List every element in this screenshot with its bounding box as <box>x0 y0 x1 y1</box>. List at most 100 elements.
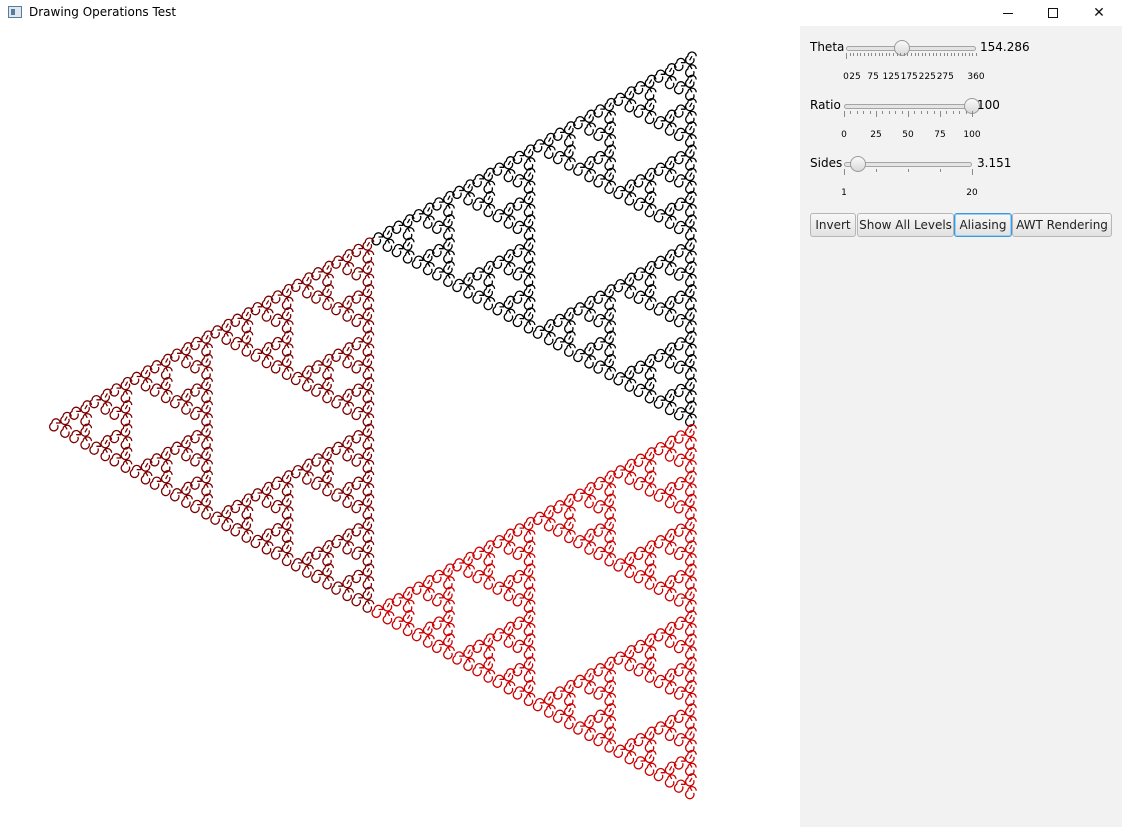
fractal-curl <box>673 377 697 404</box>
theta-tick <box>932 53 934 56</box>
fractal-curl <box>472 190 496 218</box>
fractal-curl <box>673 470 697 497</box>
fractal-curl <box>472 656 496 683</box>
invert-button[interactable]: Invert <box>810 213 856 237</box>
fractal-curl <box>190 376 214 404</box>
theta-tick <box>874 53 876 56</box>
sides-tick <box>908 169 909 172</box>
fractal-curl <box>673 586 697 614</box>
show-all-levels-button[interactable]: Show All Levels <box>857 213 954 237</box>
ratio-tick <box>901 111 903 114</box>
theta-tick <box>939 53 941 56</box>
theta-tick <box>860 53 862 56</box>
fractal-curl <box>653 575 677 602</box>
fractal-curl <box>311 563 335 590</box>
aliasing-button[interactable]: Aliasing <box>954 213 1012 237</box>
ratio-slider-track[interactable] <box>844 104 972 109</box>
fractal-curl <box>653 668 677 695</box>
fractal-curl <box>472 540 496 567</box>
ratio-tick <box>946 111 948 114</box>
fractal-curl <box>673 121 697 148</box>
fractal-curl <box>633 470 657 497</box>
fractal-curl <box>452 272 476 299</box>
ratio-tick-label: 25 <box>870 130 882 140</box>
fractal-curl <box>512 167 536 194</box>
fractal-bottom-branch <box>371 423 697 800</box>
minimize-button[interactable] <box>985 0 1031 26</box>
ratio-tick-label: 50 <box>902 130 914 140</box>
fractal-curl <box>673 237 697 264</box>
fractal-curl <box>552 703 576 730</box>
fractal-curl <box>633 97 657 125</box>
fractal-curl <box>109 400 133 427</box>
fractal-curl <box>431 586 455 613</box>
fractal-curl <box>270 307 294 334</box>
fractal-curl <box>633 167 657 194</box>
fractal-curl <box>512 284 536 311</box>
theta-slider-track[interactable] <box>846 46 976 51</box>
fractal-curl <box>472 563 496 590</box>
fractal-curl <box>109 446 133 473</box>
fractal-curl <box>532 505 556 532</box>
ratio-value: 100 <box>977 98 1000 112</box>
fractal-curl <box>633 354 657 381</box>
fractal-curl <box>250 342 274 369</box>
close-button[interactable]: ✕ <box>1076 0 1122 26</box>
fractal-curl <box>492 202 516 229</box>
fractal-curl <box>673 260 697 288</box>
fractal-curl <box>331 528 355 555</box>
fractal-curl <box>169 481 193 508</box>
fractal-curl <box>593 330 617 357</box>
fractal-curl <box>593 540 617 567</box>
fractal-curl <box>250 295 274 322</box>
fractal-curl <box>230 493 254 520</box>
fractal-curl <box>673 423 697 451</box>
theta-tick-label: 175 <box>900 72 918 82</box>
fractal-curl <box>351 470 375 497</box>
theta-tick <box>849 53 851 56</box>
fractal-curl <box>230 516 254 543</box>
theta-tick <box>918 53 920 56</box>
theta-tick-label: 25 <box>849 72 861 82</box>
fractal-curl <box>512 144 536 171</box>
theta-tick <box>972 53 974 56</box>
fractal-curl <box>653 295 677 323</box>
theta-tick <box>925 53 927 56</box>
fractal-curl <box>673 97 697 125</box>
theta-label: Theta <box>810 40 845 54</box>
sides-tick <box>844 169 845 175</box>
fractal-curl <box>593 307 617 334</box>
sides-value: 3.151 <box>977 156 1012 170</box>
fractal-curl <box>69 423 93 450</box>
fractal-curl <box>613 458 637 485</box>
drawing-canvas[interactable] <box>0 26 800 827</box>
fractal-curl <box>351 446 375 474</box>
fractal-curl <box>653 621 677 648</box>
fractal-curl <box>633 191 657 218</box>
fractal-curl <box>351 563 375 590</box>
fractal-curl <box>653 435 677 462</box>
maximize-button[interactable] <box>1030 0 1076 26</box>
theta-tick-label: 275 <box>936 72 954 82</box>
fractal-curl <box>573 668 597 695</box>
fractal-curl <box>331 342 355 369</box>
fractal-curl <box>472 284 496 311</box>
fractal-curl <box>673 679 697 707</box>
fractal-curl <box>109 423 133 450</box>
theta-tick <box>936 53 938 56</box>
fractal-curl <box>673 517 697 544</box>
awt-rendering-button[interactable]: AWT Rendering <box>1012 213 1112 237</box>
fractal-curl <box>532 132 556 159</box>
fractal-curl <box>431 563 455 590</box>
fractal-curl <box>492 528 516 555</box>
theta-tick <box>954 53 956 56</box>
theta-tick <box>961 53 963 56</box>
fractal-curl <box>351 493 375 520</box>
fractal-curl <box>270 539 294 567</box>
theta-tick <box>950 53 952 56</box>
fractal-curl <box>633 284 657 311</box>
fractal-curl <box>190 493 214 520</box>
title-bar[interactable]: Drawing Operations Test ✕ <box>0 0 1122 26</box>
fractal-curl <box>633 726 657 753</box>
minimize-icon <box>1003 12 1013 14</box>
